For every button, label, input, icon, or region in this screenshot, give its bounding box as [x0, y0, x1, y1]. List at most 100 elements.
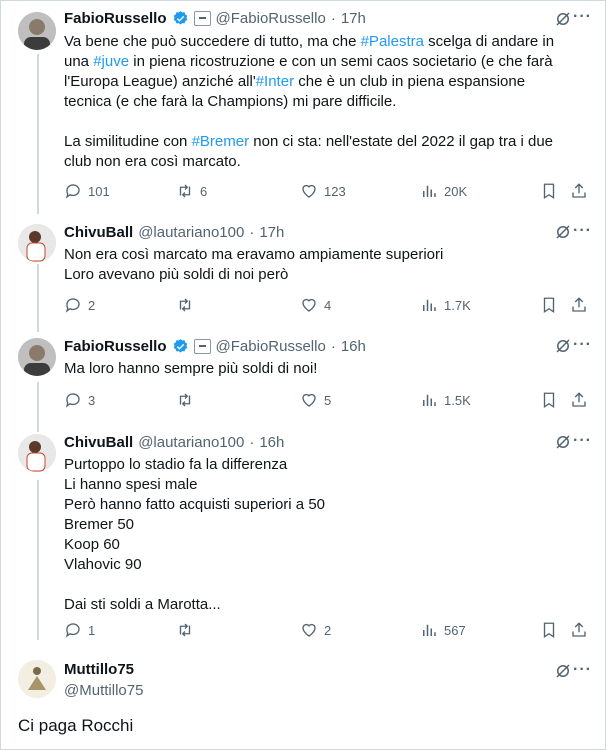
verified-icon: [173, 338, 187, 353]
tweet-text: Va bene che può succedere di tutto, ma c…: [64, 33, 555, 170]
author-name[interactable]: FabioRussello: [64, 10, 167, 27]
repost-button[interactable]: [176, 620, 200, 640]
reply-icon: [65, 623, 80, 638]
author-name[interactable]: ChivuBall: [64, 434, 133, 451]
views-button[interactable]: 1.5K: [420, 390, 471, 410]
author-handle[interactable]: @Muttillo75: [64, 682, 143, 699]
reply-button[interactable]: 101: [64, 181, 110, 201]
hashtag-link[interactable]: #Inter: [256, 73, 294, 90]
reply-icon: [65, 393, 80, 408]
repost-icon: [179, 623, 191, 637]
more-icon[interactable]: ···: [573, 661, 592, 679]
grok-icon[interactable]: [554, 433, 572, 451]
thread-line: [37, 382, 39, 432]
bookmark-icon: [543, 392, 555, 409]
like-button[interactable]: 4: [300, 295, 331, 315]
share-button[interactable]: [570, 181, 588, 201]
more-icon[interactable]: ···: [573, 432, 592, 450]
grok-icon[interactable]: [554, 662, 572, 680]
author-handle[interactable]: @FabioRussello: [216, 10, 326, 27]
thread-line: [37, 480, 39, 640]
more-icon[interactable]: ···: [573, 336, 592, 354]
more-icon[interactable]: ···: [573, 8, 592, 26]
bookmark-button[interactable]: [540, 620, 558, 640]
share-button[interactable]: [570, 620, 588, 640]
like-icon: [302, 298, 316, 312]
separator-dot: ·: [249, 433, 255, 451]
author-name[interactable]: FabioRussello: [64, 338, 167, 355]
bookmark-button[interactable]: [540, 295, 558, 315]
views-icon: [423, 394, 436, 406]
separator-dot: ·: [330, 9, 336, 27]
grok-icon[interactable]: [554, 337, 572, 355]
thread-line: [37, 54, 39, 214]
views-button[interactable]: 567: [420, 620, 466, 640]
reply-button[interactable]: 2: [64, 295, 95, 315]
bookmark-icon: [543, 183, 555, 200]
hashtag-link[interactable]: #juve: [93, 53, 129, 70]
action-bar: 101 6 123 20K: [64, 181, 594, 201]
action-bar: 2 4 1.7K: [64, 295, 594, 315]
post-text: Ci paga Rocchi: [18, 716, 134, 735]
reply-button[interactable]: 3: [64, 390, 95, 410]
author-handle[interactable]: @lautariano100: [138, 434, 244, 451]
bookmark-button[interactable]: [540, 390, 558, 410]
share-button[interactable]: [570, 295, 588, 315]
timestamp[interactable]: 16h: [341, 338, 366, 355]
timestamp[interactable]: 17h: [259, 224, 284, 241]
repost-icon: [179, 393, 191, 407]
bookmark-icon: [543, 622, 555, 639]
grok-icon[interactable]: [554, 10, 572, 28]
action-bar: 1 2 567: [64, 620, 594, 640]
author-handle[interactable]: @lautariano100: [138, 224, 244, 241]
author-name[interactable]: Muttillo75: [64, 661, 134, 678]
like-button[interactable]: 5: [300, 390, 331, 410]
like-icon: [302, 184, 316, 198]
action-bar: 3 5 1.5K: [64, 390, 594, 410]
separator-dot: ·: [249, 223, 255, 241]
avatar[interactable]: [18, 660, 56, 698]
more-icon[interactable]: ···: [573, 222, 592, 240]
avatar[interactable]: [18, 12, 56, 50]
repost-button[interactable]: [176, 295, 200, 315]
affiliation-badge: [193, 338, 211, 354]
like-icon: [302, 623, 316, 637]
avatar[interactable]: [18, 338, 56, 376]
bookmark-icon: [543, 297, 555, 314]
repost-button[interactable]: [176, 390, 200, 410]
like-button[interactable]: 123: [300, 181, 346, 201]
hashtag-link[interactable]: #Bremer: [192, 133, 250, 150]
author-name[interactable]: ChivuBall: [64, 224, 133, 241]
tweet-text: Non era così marcato ma eravamo ampiamen…: [64, 246, 444, 283]
tweet-text: Ma loro hanno sempre più soldi di noi!: [64, 360, 318, 377]
tweet-text: Purtoppo lo stadio fa la differenza Li h…: [64, 456, 325, 613]
reply-icon: [65, 298, 80, 313]
author-handle[interactable]: @FabioRussello: [216, 338, 326, 355]
like-button[interactable]: 2: [300, 620, 331, 640]
grok-icon[interactable]: [554, 223, 572, 241]
timestamp[interactable]: 16h: [259, 434, 284, 451]
hashtag-link[interactable]: #Palestra: [361, 33, 424, 50]
avatar[interactable]: [18, 434, 56, 472]
views-icon: [423, 185, 436, 197]
share-icon: [572, 392, 586, 407]
timestamp[interactable]: 17h: [341, 10, 366, 27]
thread-line: [37, 264, 39, 332]
views-button[interactable]: 20K: [420, 181, 467, 201]
affiliation-badge: [193, 10, 211, 26]
repost-icon: [179, 184, 191, 198]
views-button[interactable]: 1.7K: [420, 295, 471, 315]
views-icon: [423, 624, 436, 636]
avatar[interactable]: [18, 224, 56, 262]
repost-button[interactable]: 6: [176, 181, 207, 201]
separator-dot: ·: [330, 337, 336, 355]
verified-icon: [173, 10, 187, 25]
bookmark-button[interactable]: [540, 181, 558, 201]
reply-button[interactable]: 1: [64, 620, 95, 640]
reply-icon: [65, 184, 80, 199]
share-button[interactable]: [570, 390, 588, 410]
share-icon: [572, 183, 586, 198]
repost-icon: [179, 298, 191, 312]
like-icon: [302, 393, 316, 407]
share-icon: [572, 297, 586, 312]
